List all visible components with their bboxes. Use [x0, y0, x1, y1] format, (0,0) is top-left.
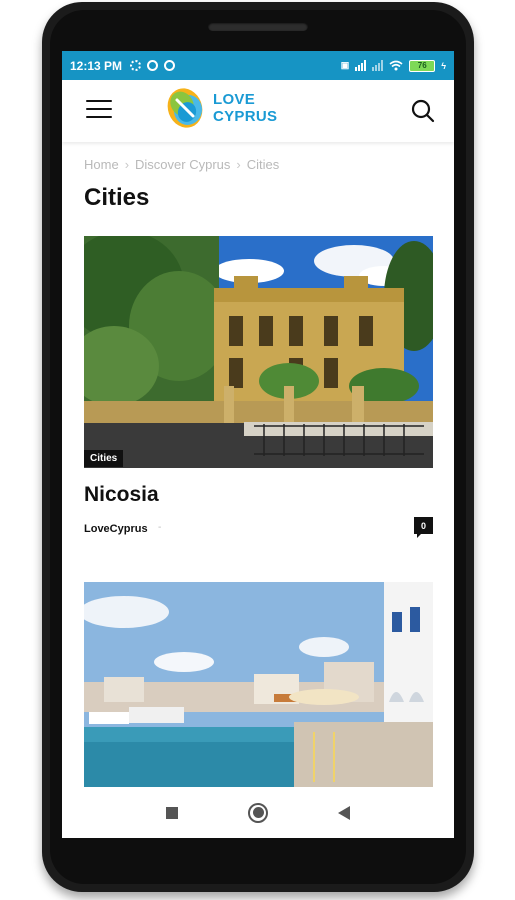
- notification-icons: [130, 60, 176, 71]
- breadcrumb: Home › Discover Cyprus › Cities: [84, 157, 279, 172]
- category-tag[interactable]: Cities: [84, 450, 124, 467]
- system-navigation-bar: [62, 787, 454, 838]
- logo-text: LOVE CYPRUS: [213, 91, 277, 125]
- post-image-nicosia[interactable]: [84, 236, 433, 468]
- hamburger-icon[interactable]: [86, 100, 112, 120]
- post-author[interactable]: LoveCyprus: [84, 523, 148, 535]
- square-icon[interactable]: [166, 806, 178, 819]
- phone-speaker: [208, 22, 308, 31]
- app-notification-icon: [164, 60, 176, 71]
- search-icon[interactable]: [410, 98, 436, 124]
- sync-notification-icon: [147, 60, 159, 71]
- signal-icon: [355, 60, 367, 71]
- logo-line-2: CYPRUS: [213, 108, 278, 125]
- system-icons: ▣ 76 ϟ: [340, 59, 446, 72]
- breadcrumb-cities: Cities: [246, 157, 280, 172]
- site-logo[interactable]: LOVE CYPRUS: [163, 83, 293, 133]
- battery-icon: 76: [409, 59, 436, 72]
- charging-icon: ϟ: [441, 60, 446, 71]
- page-title: Cities: [84, 184, 150, 211]
- status-bar: 12:13 PM ▣ 76 ϟ: [62, 51, 454, 80]
- logo-line-1: LOVE: [213, 91, 256, 108]
- vibrate-icon: ▣: [340, 60, 350, 70]
- breadcrumb-discover-cyprus[interactable]: Discover Cyprus: [135, 157, 230, 172]
- breadcrumb-separator: ›: [236, 157, 241, 172]
- breadcrumb-separator: ›: [124, 157, 130, 172]
- settings-notification-icon: [130, 60, 142, 71]
- comment-count-badge[interactable]: 0: [414, 517, 433, 538]
- author-separator: -: [158, 522, 162, 533]
- triangle-back-icon[interactable]: [338, 805, 350, 820]
- post-image-marina[interactable]: [84, 582, 433, 787]
- signal-2-icon: [372, 60, 384, 71]
- status-time: 12:13 PM: [70, 58, 123, 73]
- logo-icon: [167, 88, 203, 128]
- wifi-icon: [389, 60, 403, 71]
- breadcrumb-home[interactable]: Home: [84, 157, 119, 172]
- post-title[interactable]: Nicosia: [84, 483, 159, 507]
- app-header: LOVE CYPRUS: [62, 80, 454, 142]
- screen: 12:13 PM ▣ 76 ϟ LOVE CYPRUS Home › Disco…: [62, 51, 454, 838]
- circle-icon[interactable]: [248, 802, 268, 823]
